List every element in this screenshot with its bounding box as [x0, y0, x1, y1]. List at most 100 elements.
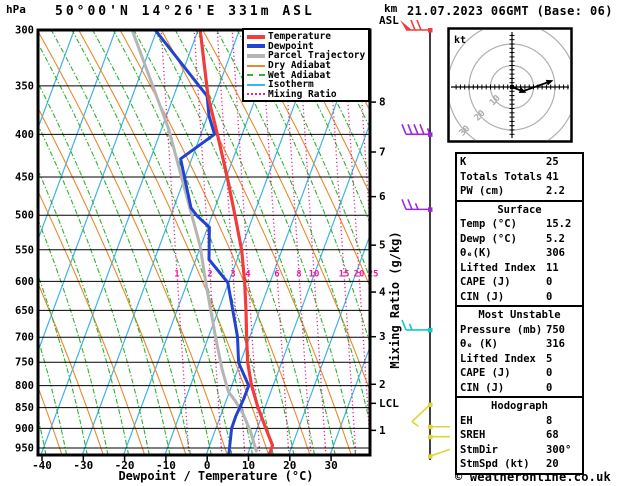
panel-row-label: Totals Totals — [460, 170, 543, 183]
km-tick-label: 8 — [379, 96, 386, 109]
pressure-tick-label: 950 — [15, 442, 34, 454]
panel-box: K 25 Totals Totals 41 PW (cm) 2.2 — [455, 152, 584, 202]
hodograph: 102030kt — [447, 27, 573, 143]
km-tick-label: 7 — [379, 146, 386, 159]
panel-row-value: 0 — [546, 381, 553, 394]
legend-label: Mixing Ratio — [268, 88, 337, 100]
panel-section-title: Surface — [497, 203, 542, 216]
panel-row: SREH 68 — [460, 428, 579, 443]
km-tick-label: 2 — [379, 378, 386, 391]
panel-row-label: SREH — [460, 429, 486, 441]
mixing-ratio-label: 15 — [339, 270, 350, 280]
wet-adiabat-line — [39, 44, 191, 454]
legend-item: Mixing Ratio — [247, 90, 368, 100]
panel-section-title: Most Unstable — [478, 309, 561, 321]
panel-row-value: 306 — [546, 247, 565, 259]
pressure-tick-label: 450 — [15, 172, 34, 184]
panel-row-value: 5 — [546, 352, 553, 365]
skewt-diagram: 1 2 3 4 6 8 10 15 20 2530035040045050055060065070… — [15, 19, 450, 483]
panel-row: Temp (°C) 15.2 — [460, 217, 579, 232]
legend-swatch — [247, 34, 265, 39]
panel-row: Lifted Index 11 — [460, 261, 579, 276]
panel-row-value: 300° — [546, 443, 572, 456]
panel-row-label: θₑ(K) — [460, 247, 492, 259]
pressure-tick-label: 750 — [15, 357, 34, 369]
panel-row: EH 8 — [460, 414, 579, 429]
legend-label: Temperature — [268, 31, 331, 43]
panel-row-label: Pressure (mb) — [460, 323, 543, 336]
panel-row-label: Temp (°C) — [460, 218, 517, 230]
legend-label: Isotherm — [268, 79, 314, 91]
legend-swatch — [247, 44, 265, 49]
panel-row-value: 8 — [546, 414, 553, 427]
panel-row: CAPE (J) 0 — [460, 366, 579, 381]
wind-barb — [401, 319, 433, 333]
pressure-tick-label: 650 — [15, 305, 34, 317]
panel-row: Pressure (mb) 750 — [460, 323, 579, 338]
legend-label: Dry Adiabat — [268, 60, 331, 72]
km-tick-label: 1 — [379, 424, 386, 437]
panel-row-label: Lifted Index — [460, 352, 536, 365]
mixing-ratio-label: 10 — [309, 270, 320, 280]
mixing-ratio-label: 1 — [174, 270, 179, 280]
pressure-tick-label: 500 — [15, 210, 34, 222]
pressure-tick-label: 400 — [15, 129, 34, 141]
legend-swatch — [247, 93, 265, 96]
panel-row: Dewp (°C) 5.2 — [460, 232, 579, 247]
panel-row-value: 15.2 — [546, 218, 572, 230]
panel-row: θₑ(K) 306 — [460, 246, 579, 261]
km-tick-label: 6 — [379, 190, 386, 203]
legend-swatch — [247, 53, 265, 58]
panel-row-value: 20 — [546, 458, 559, 470]
km-tick-label: 5 — [379, 239, 386, 252]
wind-barb — [428, 424, 450, 430]
mixing-ratio-label: 3 — [230, 270, 235, 280]
panel-row-value: 0 — [546, 290, 553, 303]
mixing-ratio-axis-title: Mixing Ratio (g/kg) — [388, 231, 402, 368]
panel-row: PW (cm) 2.2 — [460, 184, 579, 199]
pressure-tick-label: 700 — [15, 332, 34, 344]
pressure-tick-label: 850 — [15, 402, 34, 414]
panel-row-label: PW (cm) — [460, 185, 505, 197]
lcl-label: LCL — [379, 397, 399, 410]
hodograph-ring-label: 10 — [488, 93, 503, 108]
panel-row: CIN (J) 0 — [460, 381, 579, 396]
legend-swatch — [247, 64, 265, 67]
panel-row: Totals Totals 41 — [460, 170, 579, 185]
panel-row-label: CIN (J) — [460, 381, 505, 394]
mixing-ratio-label: 2 — [207, 270, 212, 280]
panel-row-value: 2.2 — [546, 185, 565, 197]
pressure-tick-label: 800 — [15, 380, 34, 392]
panel-row-label: StmSpd (kt) — [460, 458, 530, 470]
panel-row-value: 25 — [546, 156, 559, 168]
sounding-page: hPa 50°00'N 14°26'E 331m ASL km ASL 21.0… — [0, 0, 629, 486]
mixing-ratio-label: 8 — [296, 270, 301, 280]
panel-row-label: Dewp (°C) — [460, 232, 517, 245]
panel-row: K 25 — [460, 155, 579, 170]
temp-tick-label: -30 — [73, 459, 93, 472]
pressure-tick-label: 900 — [15, 423, 34, 435]
legend-swatch — [247, 74, 265, 77]
temp-tick-label: -40 — [32, 459, 52, 472]
pressure-tick-label: 350 — [15, 80, 34, 92]
hodograph-arrowhead — [545, 79, 554, 86]
panel-row: CIN (J) 0 — [460, 290, 579, 305]
km-tick-label: 3 — [379, 330, 386, 343]
panel-row-label: StmDir — [460, 443, 498, 456]
panel-row-label: CAPE (J) — [460, 276, 511, 288]
wind-barb — [428, 448, 450, 459]
mixing-ratio-label: 20 — [354, 270, 365, 280]
indices-panel: K 25 Totals Totals 41 PW (cm) 2.2 Surface Temp … — [455, 152, 584, 475]
panel-row: StmSpd (kt) 20 — [460, 457, 579, 472]
panel-box: Hodograph EH 8 SREH 68 StmDir 300° StmSpd (kt) 2… — [455, 396, 584, 475]
panel-row-value: 0 — [546, 367, 553, 379]
panel-row-label: EH — [460, 414, 473, 427]
km-tick-label: 4 — [379, 286, 386, 299]
panel-row-label: CIN (J) — [460, 290, 505, 303]
hodograph-unit-label: kt — [454, 35, 466, 46]
panel-row: StmDir 300° — [460, 443, 579, 458]
pressure-tick-label: 550 — [15, 244, 34, 256]
panel-row-label: Lifted Index — [460, 261, 536, 274]
panel-row: Lifted Index 5 — [460, 352, 579, 367]
mixing-ratio-label: 4 — [245, 270, 251, 280]
